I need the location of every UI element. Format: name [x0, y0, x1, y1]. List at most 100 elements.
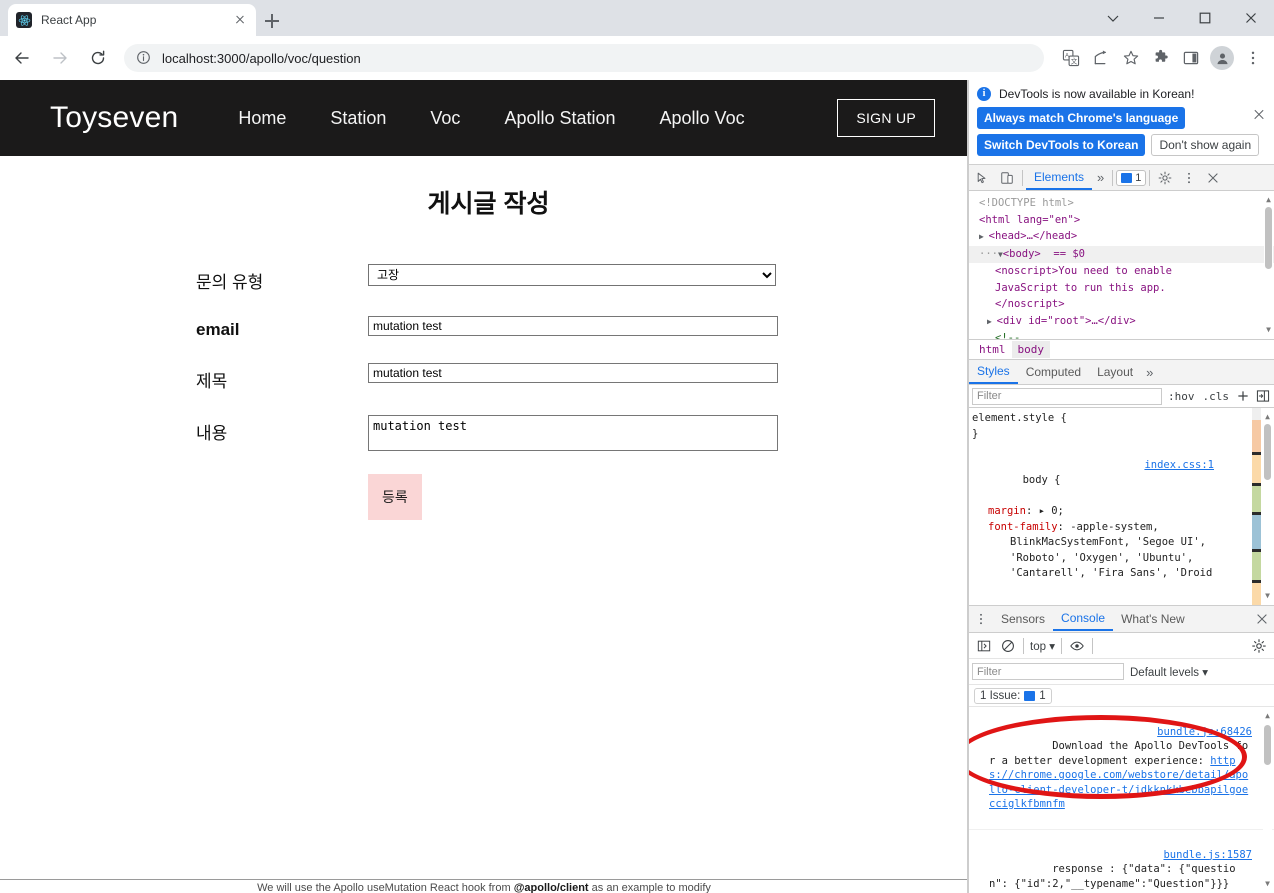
devtools-toolbar: Elements » 1 — [969, 165, 1274, 191]
tab-search-chevron-icon[interactable] — [1090, 0, 1136, 36]
dont-show-again-button[interactable]: Don't show again — [1151, 134, 1260, 156]
styles-filter-input[interactable] — [972, 387, 1162, 405]
inspect-cursor-icon[interactable] — [971, 166, 995, 190]
scroll-up-arrow-icon[interactable]: ▲ — [1263, 711, 1272, 721]
title-field[interactable] — [368, 363, 778, 383]
scroll-down-arrow-icon[interactable]: ▼ — [1264, 325, 1273, 335]
tab-console[interactable]: Console — [1053, 607, 1114, 631]
console-message-highlighted[interactable]: bundle.js:1587 response : {"data": {"que… — [969, 830, 1274, 893]
gear-icon[interactable] — [1247, 634, 1271, 658]
dom-line[interactable]: ▶ <div id="root">…</div> — [969, 313, 1274, 331]
inquiry-type-select[interactable]: 고장 — [368, 264, 776, 286]
info-circle-icon[interactable] — [136, 50, 152, 66]
chrome-menu-icon[interactable] — [1238, 43, 1268, 73]
tab-computed[interactable]: Computed — [1018, 361, 1089, 383]
console-output[interactable]: bundle.js:68426 Download the Apollo DevT… — [969, 707, 1274, 893]
nav-item-apollo-station[interactable]: Apollo Station — [504, 108, 615, 129]
sign-up-button[interactable]: SIGN UP — [837, 99, 935, 137]
tab-elements[interactable]: Elements — [1026, 166, 1093, 190]
gear-icon[interactable] — [1153, 166, 1177, 190]
email-field[interactable] — [368, 316, 778, 336]
close-icon[interactable] — [1252, 108, 1266, 122]
styles-rules[interactable]: element.style { } index.css:1 body { mar… — [969, 408, 1274, 605]
address-bar[interactable]: localhost:3000/apollo/voc/question — [124, 44, 1044, 72]
profile-avatar-icon[interactable] — [1210, 46, 1234, 70]
live-expression-eye-icon[interactable] — [1065, 634, 1089, 658]
console-source-link[interactable]: bundle.js:1587 — [1163, 848, 1252, 863]
tab-sensors[interactable]: Sensors — [993, 608, 1053, 630]
translate-icon[interactable]: 文A — [1056, 43, 1086, 73]
css-selector[interactable]: body { — [1023, 474, 1061, 486]
css-source-link[interactable]: index.css:1 — [1144, 458, 1214, 474]
share-icon[interactable] — [1086, 43, 1116, 73]
submit-button[interactable]: 등록 — [368, 474, 422, 520]
arrow-right-icon[interactable] — [44, 42, 76, 74]
issues-badge[interactable]: 1 — [1116, 169, 1147, 186]
css-prop-value: BlinkMacSystemFont, 'Segoe UI', — [1010, 536, 1206, 548]
nav-item-apollo-voc[interactable]: Apollo Voc — [660, 108, 745, 129]
console-scrollbar[interactable]: ▲ ▼ — [1263, 711, 1272, 889]
clear-console-icon[interactable] — [996, 634, 1020, 658]
issues-chip[interactable]: 1 Issue: 1 — [974, 687, 1052, 704]
console-filter-input[interactable] — [972, 663, 1124, 680]
console-message[interactable]: bundle.js:68426 Download the Apollo DevT… — [969, 707, 1274, 830]
chevron-double-right-icon[interactable]: » — [1092, 170, 1109, 185]
extensions-puzzle-icon[interactable] — [1146, 43, 1176, 73]
dom-tree-scrollbar[interactable]: ▲ ▼ — [1264, 195, 1273, 335]
reload-icon[interactable] — [82, 42, 114, 74]
bookmark-star-icon[interactable] — [1116, 43, 1146, 73]
site-brand[interactable]: Toyseven — [50, 101, 178, 135]
class-toggle-button[interactable]: .cls — [1201, 390, 1232, 403]
always-match-language-button[interactable]: Always match Chrome's language — [977, 107, 1186, 129]
close-icon[interactable] — [1228, 0, 1274, 36]
dom-line[interactable]: </noscript> — [969, 296, 1274, 313]
scroll-up-arrow-icon[interactable]: ▲ — [1263, 412, 1272, 422]
styles-minimap[interactable] — [1252, 408, 1261, 605]
dom-line[interactable]: JavaScript to run this app. — [969, 280, 1274, 297]
hover-state-button[interactable]: :hov — [1166, 390, 1197, 403]
switch-devtools-language-button[interactable]: Switch DevTools to Korean — [977, 134, 1146, 156]
css-selector[interactable]: element.style { — [972, 411, 1274, 427]
console-sidebar-icon[interactable] — [972, 634, 996, 658]
tab-styles[interactable]: Styles — [969, 360, 1018, 384]
dom-tree[interactable]: <!DOCTYPE html> <html lang="en"> ▶ <head… — [969, 191, 1274, 339]
arrow-left-icon[interactable] — [6, 42, 38, 74]
kebab-menu-icon[interactable] — [1177, 166, 1201, 190]
device-toolbar-icon[interactable] — [995, 166, 1019, 190]
plus-icon[interactable] — [1235, 388, 1251, 404]
css-declaration[interactable]: margin: ▸ 0; — [972, 504, 1274, 520]
new-tab-button[interactable] — [258, 7, 286, 35]
minimize-icon[interactable] — [1136, 0, 1182, 36]
close-icon[interactable] — [1201, 166, 1225, 190]
dom-line[interactable]: <html lang="en"> — [969, 212, 1274, 229]
side-panel-icon[interactable] — [1176, 43, 1206, 73]
dom-line[interactable]: ▶ <head>…</head> — [969, 228, 1274, 246]
chevron-double-right-icon[interactable]: » — [1141, 365, 1158, 380]
maximize-icon[interactable] — [1182, 0, 1228, 36]
breadcrumb-item-html[interactable]: html — [973, 341, 1012, 358]
console-levels-dropdown[interactable]: Default levels ▾ — [1130, 665, 1208, 679]
scroll-up-arrow-icon[interactable]: ▲ — [1264, 195, 1273, 205]
dom-line-selected[interactable]: ···▼<body> == $0 — [969, 245, 1274, 263]
close-icon[interactable] — [232, 12, 248, 28]
content-textarea[interactable]: mutation test — [368, 415, 778, 451]
scroll-down-arrow-icon[interactable]: ▼ — [1263, 879, 1272, 889]
dom-line[interactable]: <!-- — [969, 330, 1274, 339]
dom-line[interactable]: <!DOCTYPE html> — [969, 195, 1274, 212]
kebab-menu-icon[interactable] — [969, 607, 993, 631]
nav-item-home[interactable]: Home — [238, 108, 286, 129]
tab-whats-new[interactable]: What's New — [1113, 608, 1193, 630]
scroll-down-arrow-icon[interactable]: ▼ — [1263, 591, 1272, 601]
nav-item-voc[interactable]: Voc — [430, 108, 460, 129]
css-declaration[interactable]: font-family: -apple-system, — [972, 520, 1274, 536]
nav-item-station[interactable]: Station — [330, 108, 386, 129]
console-context-selector[interactable]: top ▾ — [1027, 639, 1058, 653]
browser-tab[interactable]: React App — [8, 4, 256, 36]
breadcrumb-item-body[interactable]: body — [1011, 341, 1050, 358]
toggle-sidebar-icon[interactable] — [1255, 388, 1271, 404]
tab-layout[interactable]: Layout — [1089, 361, 1141, 383]
styles-scrollbar[interactable]: ▲ ▼ — [1263, 412, 1272, 601]
dom-line[interactable]: <noscript>You need to enable — [969, 263, 1274, 280]
console-source-link[interactable]: bundle.js:68426 — [1157, 725, 1252, 740]
close-icon[interactable] — [1250, 607, 1274, 631]
